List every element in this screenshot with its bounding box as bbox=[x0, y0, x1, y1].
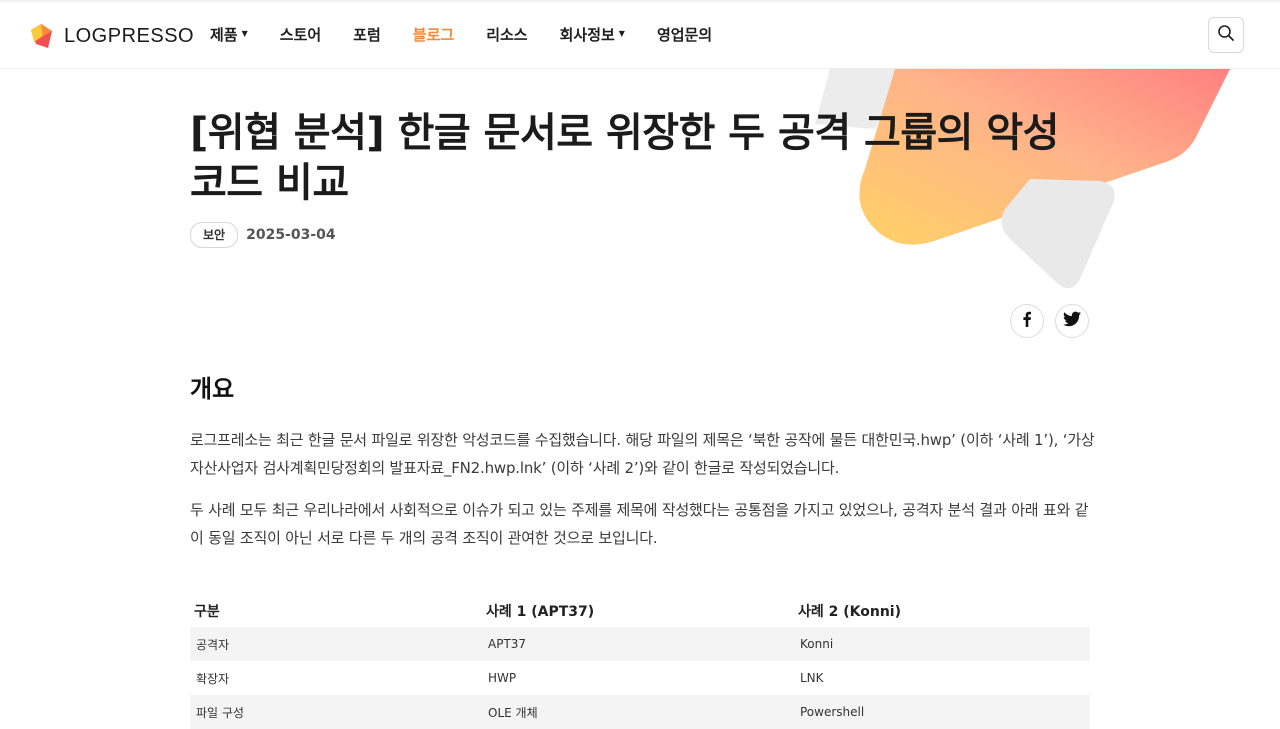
table-header-cell: 사례 2 (Konni) bbox=[798, 604, 901, 620]
logo[interactable]: LOGPRESSO bbox=[28, 22, 194, 50]
nav-item-resources[interactable]: 리소스 bbox=[486, 24, 527, 45]
table-cell: LNK bbox=[800, 671, 824, 685]
nav-label: 스토어 bbox=[279, 26, 322, 44]
table-cell: Powershell bbox=[794, 695, 1090, 729]
twitter-icon bbox=[1063, 311, 1081, 331]
logo-mark-icon bbox=[28, 22, 56, 50]
search-icon bbox=[1217, 24, 1235, 46]
nav-item-sales-inquiry[interactable]: 영업문의 bbox=[657, 24, 712, 45]
table-cell: OLE 개체 bbox=[482, 695, 794, 729]
facebook-icon bbox=[1019, 311, 1035, 331]
nav-item-forum[interactable]: 포럼 bbox=[353, 24, 381, 45]
comparison-table: 구분 사례 1 (APT37) 사례 2 (Konni) 공격자 APT37 K… bbox=[190, 595, 1090, 729]
table-cell: Konni bbox=[794, 627, 1090, 661]
publish-date: 2025-03-04 bbox=[246, 227, 336, 243]
nav-label: 제품 bbox=[210, 26, 238, 44]
table-row: 확장자 HWP LNK bbox=[190, 661, 1090, 695]
nav-item-store[interactable]: 스토어 bbox=[280, 24, 321, 45]
section-heading-overview: 개요 bbox=[190, 375, 235, 403]
table-row: 파일 구성 OLE 개체 Powershell bbox=[190, 695, 1090, 729]
share-facebook-button[interactable] bbox=[1010, 304, 1044, 338]
article-title: [위협 분석] 한글 문서로 위장한 두 공격 그룹의 악성코드 비교 bbox=[190, 110, 1059, 206]
article-meta: 보안 2025-03-04 bbox=[190, 222, 336, 248]
nav-item-blog[interactable]: 블로그 bbox=[413, 24, 454, 45]
table-cell: 확장자 bbox=[196, 671, 230, 686]
table-cell: APT37 bbox=[482, 627, 794, 661]
category-tag[interactable]: 보안 bbox=[190, 222, 239, 248]
table-header-cell: 사례 1 (APT37) bbox=[486, 604, 595, 620]
paragraph-2: 두 사례 모두 최근 우리나라에서 사회적으로 이슈가 되고 있는 주제를 제목… bbox=[190, 501, 1089, 547]
site-header: LOGPRESSO 제품 ▼ 스토어 포럼 블로그 리소스 회사정보 ▼ 영업문… bbox=[0, 0, 1280, 69]
logo-text: LOGPRESSO bbox=[64, 24, 195, 47]
table-cell: 파일 구성 bbox=[190, 695, 482, 729]
search-button[interactable] bbox=[1208, 17, 1244, 53]
caret-down-icon: ▼ bbox=[618, 29, 625, 38]
caret-down-icon: ▼ bbox=[241, 29, 248, 38]
nav-label: 회사정보 bbox=[559, 26, 615, 44]
nav-item-products[interactable]: 제품 ▼ bbox=[210, 24, 248, 45]
nav-item-company[interactable]: 회사정보 ▼ bbox=[560, 24, 625, 45]
nav-label: 포럼 bbox=[353, 26, 381, 44]
main-nav: 제품 ▼ 스토어 포럼 블로그 리소스 회사정보 ▼ 영업문의 bbox=[210, 0, 744, 69]
nav-label: 영업문의 bbox=[656, 26, 713, 44]
nav-label: 리소스 bbox=[486, 26, 528, 44]
table-cell: 공격자 bbox=[190, 627, 482, 661]
nav-label: 블로그 bbox=[412, 26, 455, 44]
paragraph-1: 로그프레소는 최근 한글 문서 파일로 위장한 악성코드를 수집했습니다. 해당… bbox=[190, 431, 1095, 477]
share-twitter-button[interactable] bbox=[1055, 304, 1089, 338]
table-header-row: 구분 사례 1 (APT37) 사례 2 (Konni) bbox=[190, 595, 1090, 627]
table-header-cell: 구분 bbox=[194, 604, 220, 620]
table-row: 공격자 APT37 Konni bbox=[190, 627, 1090, 661]
table-cell: HWP bbox=[488, 671, 517, 685]
